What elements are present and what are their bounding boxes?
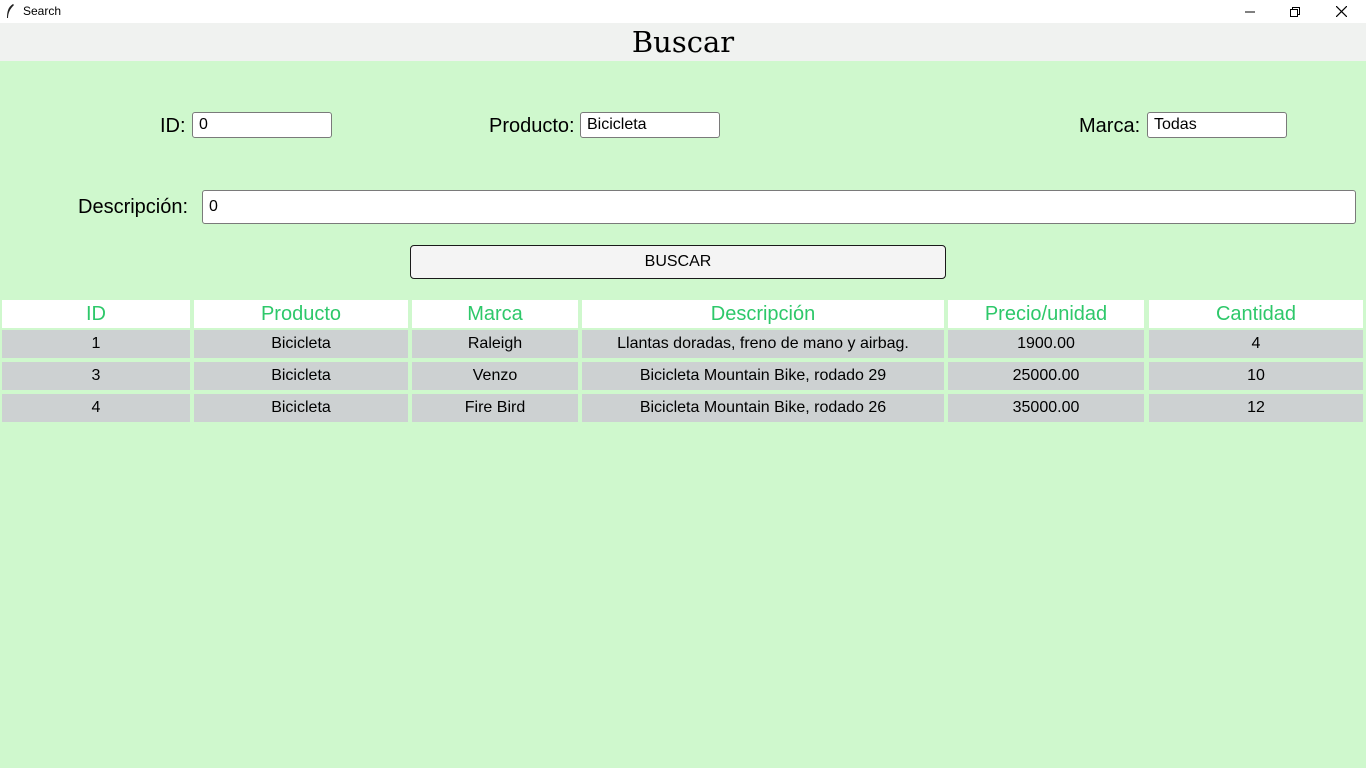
table-cell-id: 3 — [2, 362, 190, 390]
restore-icon — [1290, 6, 1300, 17]
marca-input[interactable] — [1147, 112, 1287, 138]
table-cell-producto: Bicicleta — [194, 394, 408, 422]
page-header: Buscar — [0, 23, 1366, 61]
table-cell-precio: 25000.00 — [948, 362, 1144, 390]
table-cell-descripcion: Bicicleta Mountain Bike, rodado 29 — [582, 362, 944, 390]
table-cell-id: 4 — [2, 394, 190, 422]
column-header-id: ID — [2, 300, 190, 328]
minimize-button[interactable] — [1227, 0, 1273, 23]
column-header-producto: Producto — [194, 300, 408, 328]
window-title: Search — [23, 4, 62, 18]
table-cell-marca: Fire Bird — [412, 394, 578, 422]
buscar-button[interactable]: BUSCAR — [410, 245, 946, 279]
table-cell-marca: Venzo — [412, 362, 578, 390]
column-header-precio: Precio/unidad — [948, 300, 1144, 328]
column-header-marca: Marca — [412, 300, 578, 328]
table-cell-marca: Raleigh — [412, 330, 578, 358]
column-header-cantidad: Cantidad — [1149, 300, 1363, 328]
producto-input[interactable] — [580, 112, 720, 138]
table-cell-cantidad: 12 — [1149, 394, 1363, 422]
table-cell-precio: 1900.00 — [948, 330, 1144, 358]
table-cell-descripcion: Llantas doradas, freno de mano y airbag. — [582, 330, 944, 358]
marca-label: Marca: — [1079, 115, 1141, 137]
window-titlebar: Search — [0, 0, 1366, 23]
id-input[interactable] — [192, 112, 332, 138]
page-title: Buscar — [631, 25, 735, 59]
table-cell-cantidad: 10 — [1149, 362, 1363, 390]
table-cell-precio: 35000.00 — [948, 394, 1144, 422]
close-icon — [1335, 6, 1347, 17]
maximize-button[interactable] — [1272, 0, 1318, 23]
close-button[interactable] — [1318, 0, 1364, 23]
feather-icon — [7, 4, 14, 18]
producto-label: Producto: — [489, 115, 575, 137]
descripcion-input[interactable] — [202, 190, 1356, 224]
table-cell-id: 1 — [2, 330, 190, 358]
column-header-descripcion: Descripción — [582, 300, 944, 328]
id-label: ID: — [160, 115, 186, 137]
table-cell-producto: Bicicleta — [194, 362, 408, 390]
minimize-icon — [1245, 11, 1255, 12]
descripcion-label: Descripción: — [78, 196, 189, 218]
table-cell-cantidad: 4 — [1149, 330, 1363, 358]
table-cell-descripcion: Bicicleta Mountain Bike, rodado 26 — [582, 394, 944, 422]
table-cell-producto: Bicicleta — [194, 330, 408, 358]
